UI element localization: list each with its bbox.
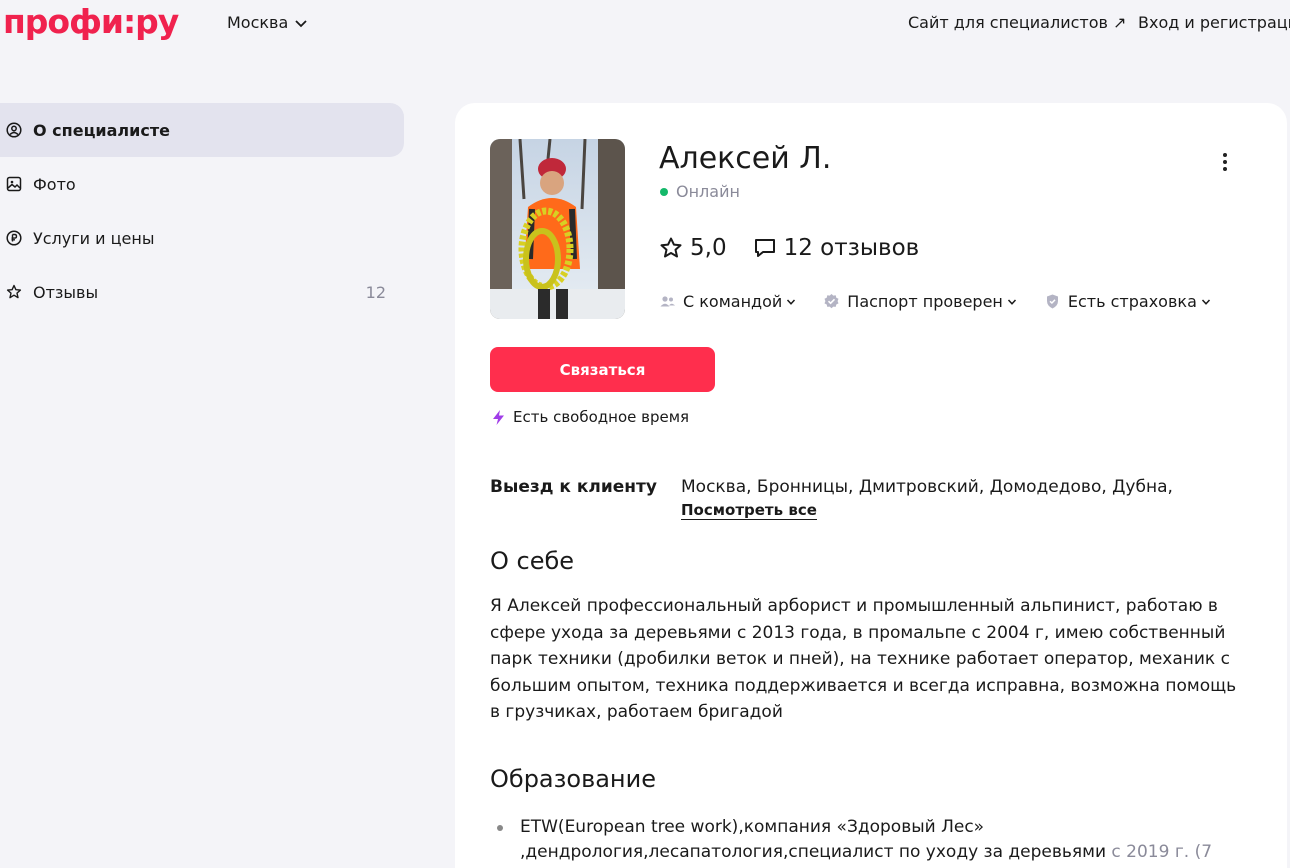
list-item: ETW(European tree work),компания «Здоров… xyxy=(490,815,1250,868)
education-list: ETW(European tree work),компания «Здоров… xyxy=(490,815,1250,868)
verified-check-icon xyxy=(824,294,839,309)
reviews-count-label: 12 отзывов xyxy=(783,235,920,261)
badge-insurance[interactable]: Есть страховка xyxy=(1044,292,1211,311)
header: профи:ру Москва Сайт для специалистов ↗ … xyxy=(0,0,1290,48)
visit-label: Выезд к клиенту xyxy=(490,477,657,497)
profile-photo[interactable] xyxy=(490,139,625,319)
star-icon xyxy=(6,284,22,300)
city-label: Москва xyxy=(227,13,289,32)
ruble-icon xyxy=(6,230,22,246)
pro-site-label: Сайт для специалистов ↗ xyxy=(908,13,1127,32)
profile-card: Алексей Л. Онлайн 5,0 12 отзывов С коман… xyxy=(455,103,1287,868)
image-icon xyxy=(6,176,22,192)
specialist-name: Алексей Л. xyxy=(659,141,832,176)
reviews-count: 12 xyxy=(365,282,386,302)
status-label: Онлайн xyxy=(676,182,740,201)
sidebar-item-reviews[interactable]: Отзывы 12 xyxy=(0,265,404,319)
pro-site-link[interactable]: Сайт для специалистов ↗ xyxy=(908,13,1126,32)
free-time-label: Есть свободное время xyxy=(513,408,690,426)
chevron-down-icon xyxy=(787,298,796,305)
logo[interactable]: профи:ру xyxy=(3,3,179,41)
sidebar: О специалисте Фото Услуги и цены Отзывы … xyxy=(0,103,404,319)
rating-row: 5,0 12 отзывов xyxy=(659,235,919,261)
education-heading: Образование xyxy=(490,765,656,793)
rating[interactable]: 5,0 xyxy=(659,235,727,261)
view-all-link[interactable]: Посмотреть все xyxy=(681,501,817,520)
sidebar-item-label: Услуги и цены xyxy=(33,228,155,248)
chevron-down-icon xyxy=(1007,298,1016,305)
about-text: Я Алексей профессиональный арборист и пр… xyxy=(490,596,1237,722)
chevron-down-icon xyxy=(295,19,307,27)
contact-button[interactable]: Связаться xyxy=(490,347,715,392)
user-circle-icon xyxy=(6,122,22,138)
badge-team[interactable]: С командой xyxy=(659,292,796,311)
online-dot-icon xyxy=(660,187,668,196)
sidebar-item-about[interactable]: О специалисте xyxy=(0,103,404,157)
sidebar-item-photo[interactable]: Фото xyxy=(0,157,404,211)
sidebar-item-services[interactable]: Услуги и цены xyxy=(0,211,404,265)
shield-icon xyxy=(1046,294,1058,309)
city-selector[interactable]: Москва xyxy=(227,13,308,32)
login-link[interactable]: Вход и регистрация xyxy=(1138,13,1290,32)
badge-passport[interactable]: Паспорт проверен xyxy=(823,292,1017,311)
sidebar-item-label: Фото xyxy=(33,174,76,194)
badge-label: Паспорт проверен xyxy=(847,292,1003,311)
reviews-link[interactable]: 12 отзывов xyxy=(753,235,920,261)
free-time: Есть свободное время xyxy=(490,408,689,426)
rating-value: 5,0 xyxy=(690,235,727,261)
about-heading: О себе xyxy=(490,547,575,575)
education-text: ETW(European tree work),компания «Здоров… xyxy=(520,817,1107,862)
sidebar-item-label: О специалисте xyxy=(33,120,170,140)
star-icon xyxy=(660,237,682,258)
chevron-down-icon xyxy=(1201,298,1210,305)
sidebar-item-label: Отзывы xyxy=(33,282,99,302)
badges-row: С командой Паспорт проверен Есть страхов… xyxy=(659,292,1238,311)
visit-areas: Москва, Бронницы, Дмитровский, Домодедов… xyxy=(681,477,1173,497)
lightning-icon xyxy=(493,409,504,425)
online-status: Онлайн xyxy=(660,182,740,201)
comment-icon xyxy=(754,239,775,257)
team-icon xyxy=(660,296,675,307)
badge-label: Есть страховка xyxy=(1067,292,1197,311)
badge-label: С командой xyxy=(683,292,783,311)
more-menu-icon[interactable] xyxy=(1219,151,1231,173)
